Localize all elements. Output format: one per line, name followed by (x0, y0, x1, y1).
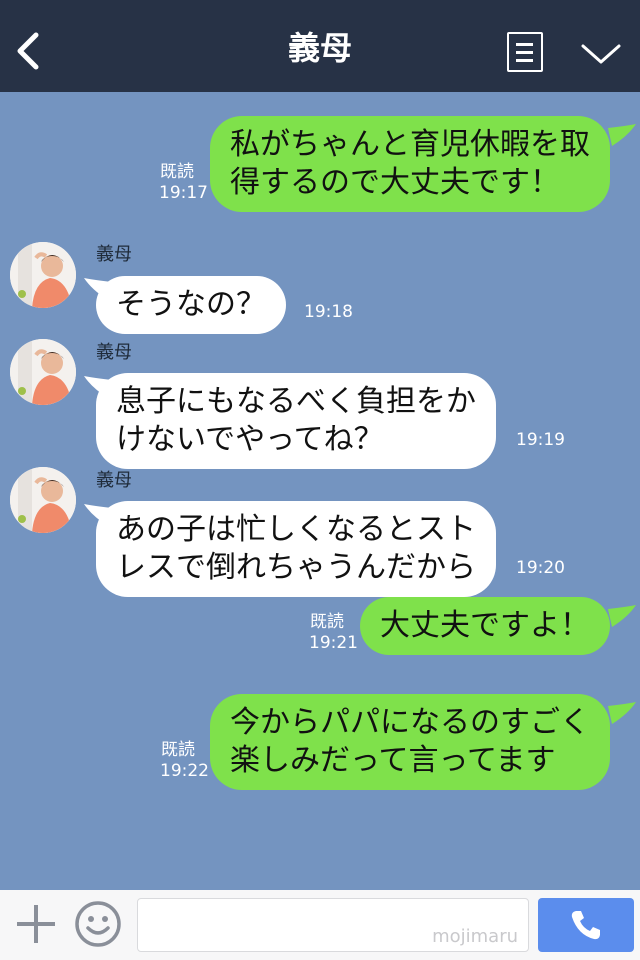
message-time: 19:19 (516, 430, 565, 450)
outgoing-message-bubble[interactable]: 大丈夫ですよ！ (360, 597, 610, 655)
message-time: 19:22 (160, 761, 209, 781)
incoming-message-bubble[interactable]: そうなの？ (96, 276, 286, 334)
sender-name: 義母 (96, 244, 132, 265)
call-button[interactable] (538, 898, 634, 952)
read-receipt: 既読 (161, 740, 195, 760)
message-time: 19:17 (159, 183, 208, 203)
message-time: 19:20 (516, 558, 565, 578)
incoming-message-bubble[interactable]: あの子は忙しくなるとスト レスで倒れちゃうんだから (96, 501, 496, 597)
emoji-icon[interactable] (74, 900, 122, 948)
message-time: 19:18 (304, 302, 353, 322)
incoming-message-bubble[interactable]: 息子にもなるべく負担をか けないでやってね？ (96, 373, 496, 469)
bubble-tail (608, 702, 636, 724)
outgoing-message-bubble[interactable]: 私がちゃんと育児休暇を取 得するので大丈夫です！ (210, 116, 610, 212)
avatar[interactable] (10, 467, 76, 533)
sender-name: 義母 (96, 470, 132, 491)
read-receipt: 既読 (310, 612, 344, 632)
phone-icon (571, 911, 600, 940)
plus-icon[interactable] (14, 902, 58, 946)
input-bar: mojimaru (0, 890, 640, 960)
sender-name: 義母 (96, 342, 132, 363)
message-time: 19:21 (309, 633, 358, 653)
message-input[interactable]: mojimaru (137, 898, 529, 952)
chat-title: 義母 (287, 29, 352, 67)
note-menu-icon[interactable] (507, 32, 543, 72)
bubble-tail (608, 605, 636, 627)
bubble-tail (608, 124, 636, 146)
watermark: mojimaru (432, 926, 518, 947)
outgoing-message-bubble[interactable]: 今からパパになるのすごく 楽しみだって言ってます (210, 694, 610, 790)
avatar[interactable] (10, 339, 76, 405)
read-receipt: 既読 (160, 162, 194, 182)
avatar[interactable] (10, 242, 76, 308)
chat-header: 義母 (0, 0, 640, 92)
message-list[interactable]: 既読 19:17 私がちゃんと育児休暇を取 得するので大丈夫です！ 義母 そうな… (0, 92, 640, 890)
chevron-down-icon[interactable] (580, 42, 622, 66)
